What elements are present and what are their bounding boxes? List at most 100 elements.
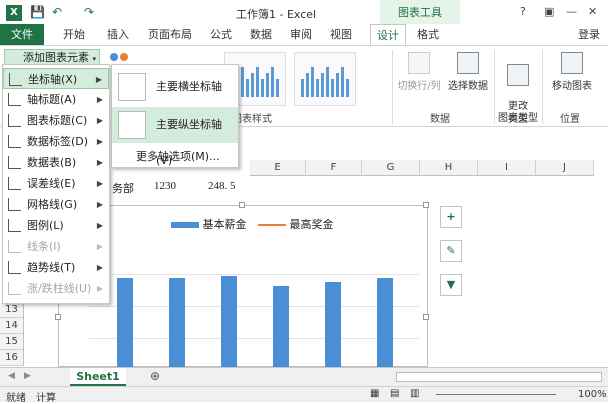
type-group-label: 类型 xyxy=(508,114,528,125)
add-chart-element-menu: 坐标轴(X) ▶ 轴标题(A) ▶ 图表标题(C) ▶ 数据标签(D) ▶ 数据表(B)… xyxy=(2,64,110,304)
save-icon[interactable]: 💾 xyxy=(30,5,45,19)
trendline-icon xyxy=(8,261,21,274)
bar-base-salary[interactable] xyxy=(117,278,133,368)
scroll-left-icon[interactable]: ◀ xyxy=(8,371,15,381)
cell-bonus[interactable]: 248. 5 xyxy=(208,180,236,192)
chevron-right-icon: ▶ xyxy=(96,263,103,272)
column-header-h[interactable]: H xyxy=(420,160,478,176)
column-header-e[interactable]: E xyxy=(250,160,306,176)
style-preview-bar xyxy=(261,79,264,97)
switch-icon xyxy=(408,52,430,74)
menu-item-trendline[interactable]: 趋势线(T) ▶ xyxy=(3,257,109,278)
login-link[interactable]: 登录 xyxy=(572,24,606,45)
zoom-level[interactable]: 100% xyxy=(578,389,607,400)
cell-salary[interactable]: 1230 xyxy=(154,180,176,192)
legend-icon xyxy=(8,219,21,232)
legend[interactable]: 基本薪金 最高奖金 xyxy=(171,216,334,232)
minimize-icon[interactable]: — xyxy=(566,5,577,18)
redo-icon[interactable]: ↷ xyxy=(84,5,94,19)
restore-ribbon-icon[interactable]: ▣ xyxy=(544,5,554,18)
switch-row-column-button[interactable]: 切换行/列 xyxy=(394,52,444,92)
scroll-right-icon[interactable]: ▶ xyxy=(24,371,31,381)
column-header-g[interactable]: G xyxy=(362,160,420,176)
column-header-j[interactable]: J xyxy=(536,160,594,176)
resize-handle[interactable] xyxy=(423,314,429,320)
submenu-more-axis-options[interactable]: 更多轴选项(M)... xyxy=(136,148,220,164)
menu-item-up-down-bars: 涨/跌柱线(U) ▶ xyxy=(3,278,109,299)
chevron-right-icon: ▶ xyxy=(96,179,103,188)
tab-view[interactable]: 视图 xyxy=(324,24,358,45)
select-data-button[interactable]: 选择数据 xyxy=(444,52,492,92)
menu-item-legend[interactable]: 图例(L) ▶ xyxy=(3,215,109,236)
move-chart-button[interactable]: 移动图表 xyxy=(544,52,600,92)
chart-styles-brush-icon[interactable]: ✎ xyxy=(440,240,462,262)
resize-handle[interactable] xyxy=(55,314,61,320)
tab-review[interactable]: 审阅 xyxy=(284,24,318,45)
menu-item-axes[interactable]: 坐标轴(X) ▶ xyxy=(3,68,109,89)
column-header-f[interactable]: F xyxy=(306,160,362,176)
menu-item-data-labels[interactable]: 数据标签(D) ▶ xyxy=(3,131,109,152)
bar-base-salary[interactable] xyxy=(325,282,341,368)
bar-base-salary[interactable] xyxy=(273,286,289,368)
chart-elements-button[interactable]: + xyxy=(440,206,462,228)
style-preview-bar xyxy=(271,67,274,97)
chevron-right-icon: ▶ xyxy=(96,116,103,125)
page-layout-view-icon[interactable]: ▤ xyxy=(390,388,399,399)
chevron-right-icon: ▶ xyxy=(96,95,103,104)
table-icon xyxy=(457,52,479,74)
tab-insert[interactable]: 插入 xyxy=(98,24,138,45)
page-break-view-icon[interactable]: ▥ xyxy=(410,388,419,399)
row-header-15[interactable]: 15 xyxy=(0,334,24,350)
menu-item-data-table[interactable]: 数据表(B) ▶ xyxy=(3,152,109,173)
row-header-13[interactable]: 13 xyxy=(0,302,24,318)
tab-data[interactable]: 数据 xyxy=(244,24,278,45)
row-header-14[interactable]: 14 xyxy=(0,318,24,334)
menu-item-axis-titles[interactable]: 轴标题(A) ▶ xyxy=(3,89,109,110)
style-preview-bar xyxy=(301,79,304,97)
submenu-primary-vertical-axis[interactable]: 主要纵坐标轴(V) xyxy=(112,107,238,167)
undo-icon[interactable]: ↶ xyxy=(52,5,62,19)
chart-style-2[interactable] xyxy=(294,52,356,106)
style-preview-bar xyxy=(331,79,334,97)
style-preview-bar xyxy=(256,67,259,97)
tab-page-layout[interactable]: 页面布局 xyxy=(140,24,200,45)
style-preview-bar xyxy=(311,67,314,97)
style-preview-bar xyxy=(321,73,324,97)
tab-formulas[interactable]: 公式 xyxy=(204,24,238,45)
resize-handle[interactable] xyxy=(239,202,245,208)
horizontal-scrollbar[interactable] xyxy=(396,372,602,382)
chart-type-icon xyxy=(507,64,529,86)
menu-item-gridlines[interactable]: 网格线(G) ▶ xyxy=(3,194,109,215)
legend-swatch-max-bonus xyxy=(258,224,286,226)
legend-swatch-base-salary xyxy=(171,222,199,228)
column-header-i[interactable]: I xyxy=(478,160,536,176)
chart-area[interactable]: 基本薪金 最高奖金 xyxy=(55,202,429,368)
sheet-tab-sheet1[interactable]: Sheet1 xyxy=(70,368,126,386)
chart-title-icon xyxy=(8,114,21,127)
resize-handle[interactable] xyxy=(423,202,429,208)
chevron-right-icon: ▶ xyxy=(96,221,103,230)
axes-icon xyxy=(9,73,22,86)
tab-design[interactable]: 设计 xyxy=(370,24,406,45)
chart-filters-icon[interactable]: ▼ xyxy=(440,274,462,296)
horizontal-axis-icon xyxy=(118,73,146,101)
bar-base-salary[interactable] xyxy=(377,278,393,368)
close-icon[interactable]: ✕ xyxy=(588,5,597,18)
normal-view-icon[interactable]: ▦ xyxy=(370,388,379,399)
tab-format[interactable]: 格式 xyxy=(410,24,446,45)
tab-file[interactable]: 文件 xyxy=(0,24,44,45)
zoom-slider[interactable] xyxy=(436,394,556,395)
bar-base-salary[interactable] xyxy=(169,278,185,368)
submenu-primary-horizontal-axis[interactable]: 主要横坐标轴(H) xyxy=(112,69,238,129)
tab-home[interactable]: 开始 xyxy=(54,24,94,45)
menu-item-error-bars[interactable]: 误差线(E) ▶ xyxy=(3,173,109,194)
row-header-16[interactable]: 16 xyxy=(0,350,24,366)
chevron-right-icon: ▶ xyxy=(96,158,103,167)
vertical-axis-icon xyxy=(118,111,146,139)
bar-base-salary[interactable] xyxy=(221,276,237,368)
menu-item-chart-title[interactable]: 图表标题(C) ▶ xyxy=(3,110,109,131)
legend-label-base-salary: 基本薪金 xyxy=(202,218,247,231)
help-button[interactable]: ? xyxy=(520,5,526,18)
add-sheet-icon[interactable]: ⊕ xyxy=(150,369,160,383)
cell-dept[interactable]: 务部 xyxy=(112,180,134,196)
